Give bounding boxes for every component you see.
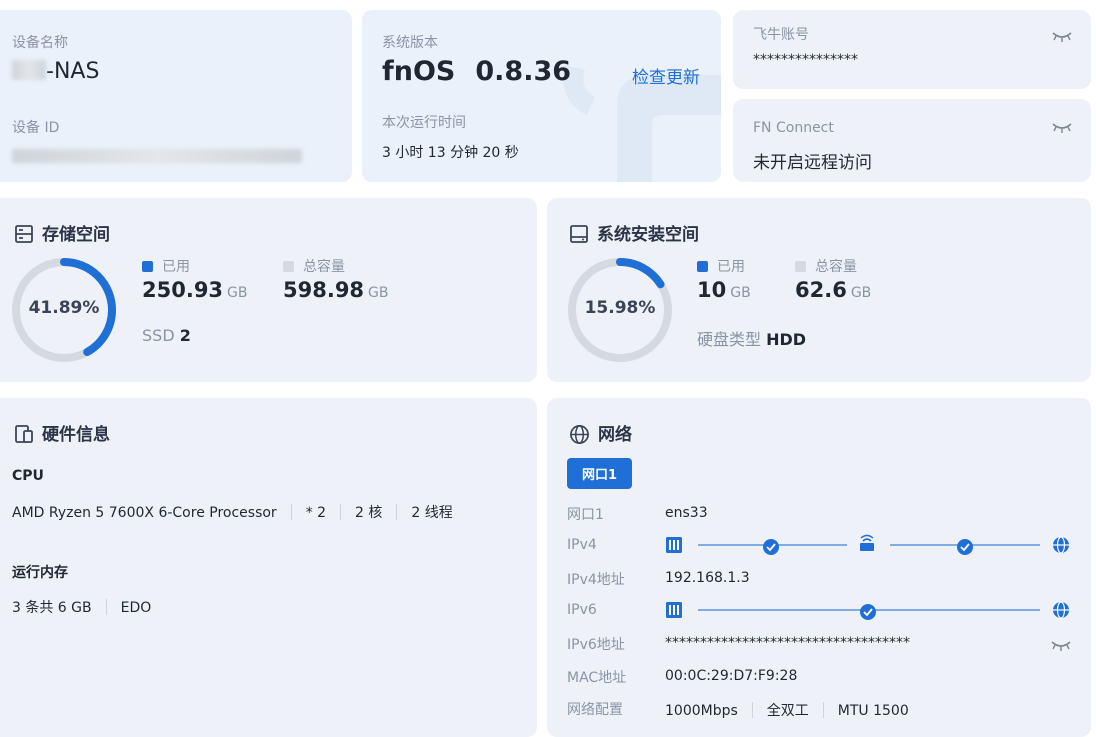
- system-disk-percent: 15.98%: [584, 298, 656, 318]
- disk-type: 硬盘类型 HDD: [697, 330, 807, 349]
- system-disk-total-value: 62.6 GB: [795, 278, 872, 302]
- check-circle-icon: [860, 604, 876, 620]
- storage-total-legend: 总容量: [283, 256, 345, 276]
- device-name: -NAS: [12, 59, 99, 84]
- cpu-model: AMD Ryzen 5 7600X 6-Core Processor: [12, 505, 277, 521]
- fn-connect-label: FN Connect: [753, 120, 834, 136]
- network-card: 网络 网口1 网口1 ens33 IPv4 IPv4地址 192.168.1.3…: [547, 398, 1091, 737]
- eye-closed-icon[interactable]: [1051, 121, 1073, 135]
- storage-percent: 41.89%: [28, 298, 100, 318]
- cpu-label: CPU: [12, 468, 44, 484]
- memory-type: EDO: [120, 600, 152, 616]
- account-card: 飞牛账号 ***************: [733, 10, 1091, 89]
- net-config-row: 1000Mbps 全双工 MTU 1500: [665, 700, 909, 720]
- device-name-redacted: [12, 60, 46, 80]
- storage-ring: 41.89%: [10, 256, 118, 364]
- device-id-label: 设备 ID: [12, 120, 60, 136]
- network-tab-port1[interactable]: 网口1: [567, 458, 633, 489]
- mtu-value: MTU 1500: [837, 703, 909, 719]
- hardware-title: 硬件信息: [42, 425, 110, 445]
- storage-used-value: 250.93 GB: [142, 278, 248, 302]
- device-card: 设备名称 -NAS 设备 ID: [0, 10, 352, 182]
- account-value: ***************: [753, 52, 858, 68]
- eye-closed-icon[interactable]: [1051, 30, 1073, 44]
- system-card: 系统版本 fnOS 0.8.36 检查更新 本次运行时间 3 小时 13 分钟 2…: [362, 10, 721, 182]
- ipv6-addr: ***********************************: [665, 635, 910, 651]
- fn-connect-card: FN Connect 未开启远程访问: [733, 99, 1091, 182]
- router-icon: [860, 534, 874, 551]
- cpu-cores: 2 核: [355, 505, 383, 521]
- ipv4-label: IPv4: [567, 537, 597, 553]
- hardware-header: 硬件信息: [14, 420, 110, 445]
- ssd-count: SSD 2: [142, 326, 191, 345]
- cpu-count: * 2: [305, 505, 327, 521]
- memory-value: 3 条共 6 GB: [12, 600, 92, 616]
- os-name: fnOS: [382, 56, 456, 87]
- ethernet-icon: [666, 537, 682, 553]
- storage-header: 存储空间: [14, 220, 110, 245]
- check-circle-icon: [763, 539, 779, 555]
- globe-icon: [1053, 536, 1069, 554]
- port-label: 网口1: [567, 507, 604, 523]
- storage-title: 存储空间: [42, 225, 110, 245]
- ipv4-topology: [666, 534, 1069, 555]
- system-disk-header: 系统安装空间: [569, 220, 699, 245]
- uptime-value: 3 小时 13 分钟 20 秒: [382, 145, 519, 161]
- cpu-info-row: AMD Ryzen 5 7600X 6-Core Processor * 2 2 核…: [12, 502, 453, 522]
- uptime-label: 本次运行时间: [382, 115, 466, 131]
- system-disk-used-legend: 已用: [697, 256, 745, 276]
- os-version: 0.8.36: [475, 56, 572, 87]
- fn-connect-value: 未开启远程访问: [753, 153, 872, 173]
- storage-card: 存储空间 41.89% 已用 250.93 GB 总容量 598.98 GB SSD…: [0, 198, 537, 382]
- mac-value: 00:0C:29:D7:F9:28: [665, 668, 798, 684]
- device-name-label: 设备名称: [12, 35, 68, 51]
- system-disk-card: 系统安装空间 15.98% 已用 10 GB 总容量 62.6 GB 硬盘类型 HD…: [547, 198, 1091, 382]
- globe-icon: [1053, 601, 1069, 619]
- ipv4-addr-label: IPv4地址: [567, 572, 625, 588]
- hardware-icon: [15, 425, 33, 443]
- storage-total-value: 598.98 GB: [283, 278, 389, 302]
- account-label: 飞牛账号: [753, 27, 809, 43]
- system-disk-total-legend: 总容量: [795, 256, 857, 276]
- network-title: 网络: [598, 425, 632, 445]
- duplex-mode: 全双工: [766, 703, 809, 719]
- check-circle-icon: [957, 539, 973, 555]
- memory-info-row: 3 条共 6 GB EDO: [12, 597, 151, 617]
- ipv4-addr: 192.168.1.3: [665, 570, 750, 586]
- ipv6-topology: [666, 601, 1069, 620]
- disk-icon: [570, 225, 588, 243]
- network-header: 网络: [569, 420, 632, 445]
- check-update-link[interactable]: 检查更新: [632, 63, 700, 88]
- storage-used-legend: 已用: [142, 256, 190, 276]
- ipv6-label: IPv6: [567, 602, 597, 618]
- net-config-label: 网络配置: [567, 702, 623, 718]
- system-disk-title: 系统安装空间: [597, 225, 699, 245]
- device-id-redacted: [12, 148, 302, 167]
- system-version: fnOS 0.8.36: [382, 56, 571, 87]
- mac-label: MAC地址: [567, 670, 627, 686]
- link-speed: 1000Mbps: [665, 703, 738, 719]
- ipv6-addr-label: IPv6地址: [567, 637, 625, 653]
- memory-label: 运行内存: [12, 565, 68, 581]
- device-name-suffix: -NAS: [46, 59, 100, 84]
- ethernet-icon: [666, 602, 682, 618]
- system-disk-ring: 15.98%: [566, 256, 674, 364]
- eye-closed-icon[interactable]: [1050, 639, 1072, 653]
- system-disk-used-value: 10 GB: [697, 278, 751, 302]
- storage-icon: [15, 225, 33, 243]
- globe-icon: [570, 425, 589, 444]
- port-value: ens33: [665, 505, 708, 521]
- cpu-threads: 2 线程: [411, 505, 453, 521]
- hardware-card: 硬件信息 CPU AMD Ryzen 5 7600X 6-Core Proces…: [0, 398, 537, 737]
- system-version-label: 系统版本: [382, 35, 438, 51]
